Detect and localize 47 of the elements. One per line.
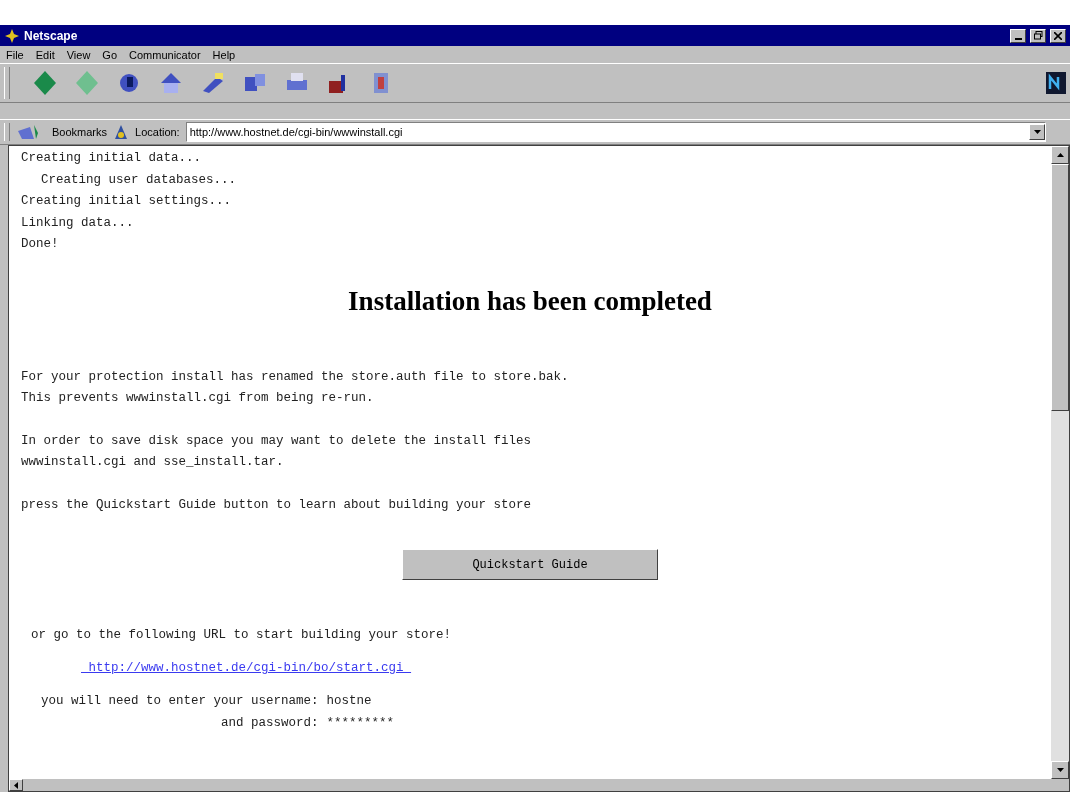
body-text: press the Quickstart Guide button to learn about building your store [21, 496, 533, 514]
horizontal-scrollbar[interactable] [9, 779, 1069, 791]
scroll-down-button[interactable] [1051, 761, 1069, 779]
menu-item[interactable]: View [66, 48, 91, 61]
log-line: Creating user databases... [40, 171, 238, 189]
menu-item[interactable]: File [6, 48, 24, 61]
restore-icon [1033, 31, 1043, 40]
username-value: hostne [326, 692, 373, 710]
scroll-left-button[interactable] [9, 779, 23, 791]
username-label: you will need to enter your username: [41, 692, 319, 710]
location-icon [113, 124, 130, 140]
start-link[interactable]: http://www.hostnet.de/cgi-bin/bo/start.cgi [81, 661, 412, 675]
log-line: Creating initial settings... [21, 193, 233, 210]
log-line: Linking data... [21, 214, 135, 232]
body-text: wwwinstall.cgi and sse_install.tar. [21, 454, 285, 471]
bookmarks-button[interactable]: Bookmarks [52, 126, 108, 138]
vertical-scrollbar[interactable] [1051, 146, 1069, 779]
location-label: Location: [135, 126, 180, 138]
password-value: ********* [326, 714, 395, 732]
log-line: Done! [21, 236, 60, 253]
minimize-icon [1014, 38, 1022, 40]
menu-item[interactable]: Help [212, 48, 236, 61]
log-line: Creating initial data... [21, 150, 203, 167]
caret-icon [1033, 130, 1041, 134]
menu-item[interactable]: Communicator [129, 48, 201, 61]
body-text: For your protection install has renamed the store.auth file to store.bak. [21, 368, 570, 386]
window-title: Netscape [24, 28, 79, 43]
close-icon [1054, 31, 1062, 40]
dropdown-button[interactable] [1029, 124, 1045, 140]
scroll-up-button[interactable] [1051, 146, 1069, 164]
up-arrow-icon [1056, 153, 1064, 157]
minimize-button[interactable] [1010, 28, 1026, 43]
body-text: or go to the following URL to start building your store! [30, 627, 453, 644]
body-text: In order to save disk space you may want to delete the install files [21, 432, 533, 450]
menu-item[interactable]: Edit [35, 48, 55, 61]
down-arrow-icon [1056, 768, 1064, 772]
page-heading: Installation has been completed [347, 285, 713, 317]
restore-button[interactable] [1030, 28, 1046, 43]
menu-item[interactable]: Go [102, 48, 118, 61]
quickstart-button[interactable]: Quickstart Guide [402, 549, 658, 580]
app-logo-icon [4, 27, 20, 44]
body-text: This prevents wwwinstall.cgi from being re-run. [21, 390, 375, 407]
password-label: and password: [220, 714, 319, 732]
close-button[interactable] [1050, 28, 1066, 43]
brand-logo-icon [1046, 72, 1066, 94]
scroll-thumb[interactable] [1051, 164, 1069, 411]
url-field[interactable]: http://www.hostnet.de/cgi-bin/wwwinstall.cgi [185, 122, 1046, 142]
